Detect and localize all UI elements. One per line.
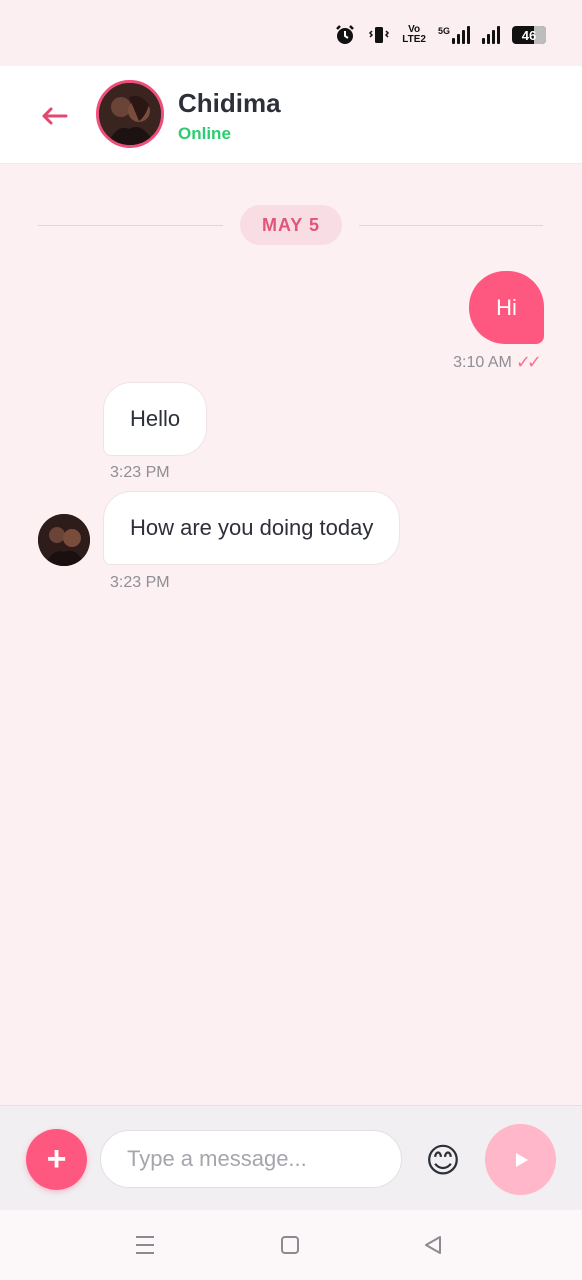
plus-icon: +	[46, 1140, 67, 1178]
volte-icon: Vo LTE2	[402, 25, 426, 45]
menu-icon	[136, 1236, 154, 1254]
message-time: 3:23 PM	[110, 464, 170, 481]
home-icon	[281, 1236, 299, 1254]
message-time: 3:23 PM	[110, 574, 170, 591]
back-nav-button[interactable]	[419, 1232, 447, 1258]
message-meta-outgoing: 3:10 AM ✓✓	[453, 352, 542, 373]
date-separator: MAY 5	[240, 205, 342, 245]
date-divider-left	[38, 225, 223, 226]
date-divider-right	[359, 225, 543, 226]
message-bubble-incoming[interactable]: Hello	[103, 382, 208, 456]
contact-avatar[interactable]	[96, 80, 164, 148]
battery-icon: 46	[512, 26, 546, 44]
back-button[interactable]	[40, 104, 74, 128]
emoji-icon: 😊	[425, 1142, 461, 1180]
sender-avatar[interactable]	[38, 514, 90, 566]
message-time: 3:10 AM	[453, 353, 512, 371]
status-bar: Vo LTE2 5G 46	[0, 0, 582, 66]
signal-icon	[482, 26, 500, 44]
home-nav-button[interactable]	[276, 1232, 304, 1258]
network-type-label: 5G	[437, 26, 450, 36]
message-bubble-incoming[interactable]: How are you doing today	[103, 491, 401, 565]
send-button[interactable]	[485, 1124, 556, 1195]
arrow-left-icon	[42, 107, 68, 125]
contact-status: Online	[178, 124, 231, 143]
chat-header: Chidima Online	[0, 66, 582, 164]
emoji-button[interactable]: 😊	[420, 1138, 466, 1184]
alarm-icon	[334, 24, 356, 46]
battery-level: 46	[521, 27, 537, 43]
volte-bottom-label: LTE2	[402, 34, 426, 45]
back-icon	[425, 1236, 441, 1254]
status-icons: Vo LTE2 5G 46	[334, 22, 546, 48]
add-attachment-button[interactable]: +	[26, 1129, 87, 1190]
system-nav-bar	[0, 1210, 582, 1280]
message-bubble-outgoing[interactable]: Hi	[469, 271, 544, 344]
message-input[interactable]	[100, 1130, 402, 1188]
menu-nav-button[interactable]	[131, 1232, 159, 1258]
5g-signal-icon: 5G	[438, 26, 470, 44]
contact-name: Chidima	[178, 88, 281, 118]
vibrate-icon	[368, 24, 390, 46]
composer-bar: + 😊	[0, 1105, 582, 1210]
send-icon	[515, 1152, 528, 1167]
double-check-icon: ✓✓	[515, 352, 542, 372]
